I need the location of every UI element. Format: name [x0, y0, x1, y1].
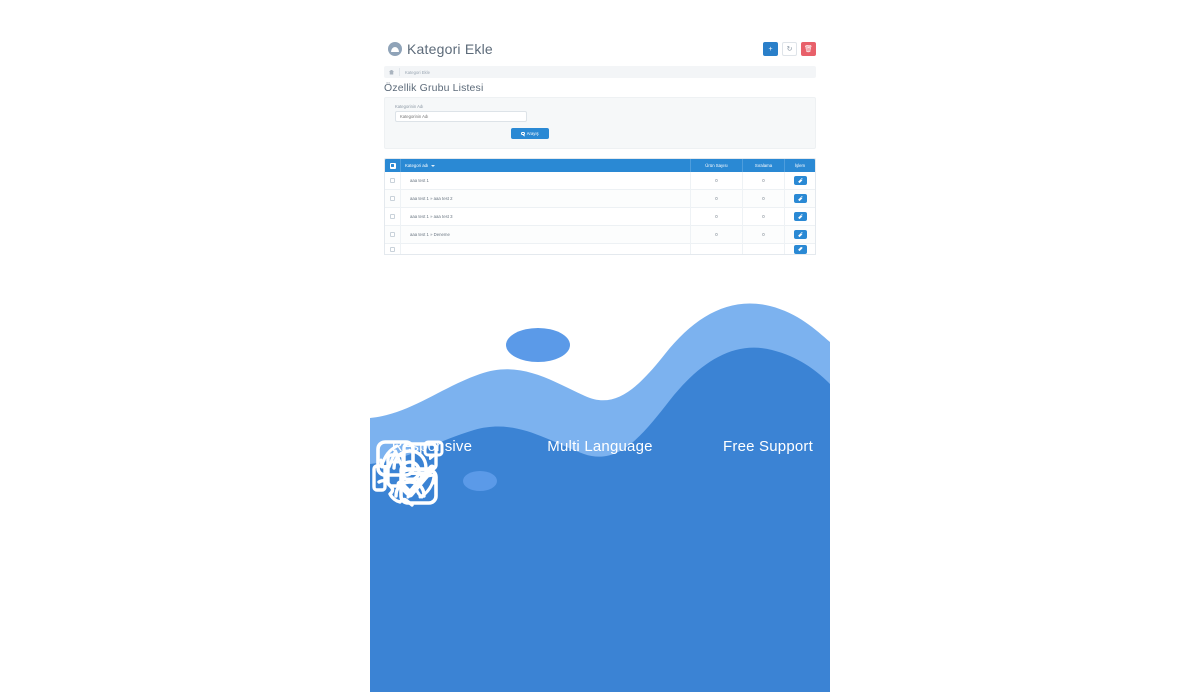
row-checkbox[interactable]: [390, 178, 395, 183]
add-button[interactable]: +: [763, 42, 778, 56]
row-product-count-cell: [691, 244, 743, 254]
table-header-row: Kategori adı Ürün Sayısı Sıralama İşlem: [385, 159, 815, 172]
admin-panel: Kategori Ekle + ↻ 🗑 Kategori Ekle Özelli…: [370, 0, 830, 268]
column-header-order[interactable]: Sıralama: [743, 159, 785, 172]
select-all-header[interactable]: [385, 159, 401, 172]
app-header: Kategori Ekle + ↻ 🗑: [370, 32, 830, 66]
browser-viewport: Kategori Ekle + ↻ 🗑 Kategori Ekle Özelli…: [370, 0, 830, 692]
category-table: Kategori adı Ürün Sayısı Sıralama İşlem: [384, 158, 816, 255]
edit-button[interactable]: [793, 176, 807, 185]
row-name-cell: aaa test 1 » aaa test 3: [401, 207, 691, 226]
row-order-cell: 0: [743, 189, 785, 208]
select-all-checkbox[interactable]: [389, 162, 396, 169]
column-header-actions: İşlem: [785, 159, 815, 172]
column-header-actions-label: İşlem: [794, 163, 806, 168]
table-row[interactable]: aaa test 1 » aaa test 2 0 0: [385, 189, 815, 208]
feature-item-multi-language: Multi Language: [376, 438, 659, 505]
row-product-count-cell: 0: [691, 225, 743, 244]
table-row[interactable]: aaa test 1 » aaa test 3 0 0: [385, 207, 815, 226]
row-actions-cell: [785, 190, 815, 208]
row-product-count-cell: 0: [691, 189, 743, 208]
feature-item-free-support: Free Support: [377, 438, 827, 507]
row-actions-cell: [785, 172, 815, 190]
row-name-cell: aaa test 1: [401, 171, 691, 190]
brand: Kategori Ekle: [388, 41, 493, 57]
row-select-cell[interactable]: [385, 189, 401, 208]
row-select-cell[interactable]: [385, 244, 401, 254]
row-actions-cell: [785, 226, 815, 244]
headset-support-icon: [377, 440, 444, 507]
edit-button[interactable]: [793, 194, 807, 203]
breadcrumb-current: Kategori Ekle: [405, 69, 430, 75]
edit-pencil-icon: [798, 247, 803, 252]
edit-button[interactable]: [793, 244, 807, 254]
feature-list: Responsive Multi Language Free Support: [370, 438, 830, 507]
feature-label-free-support: Free Support: [723, 438, 813, 455]
feature-label-multi-language: Multi Language: [547, 438, 653, 455]
category-name-label: Kategorinin Adı: [395, 104, 424, 109]
sort-descending-icon: [431, 164, 436, 167]
edit-button[interactable]: [793, 230, 807, 239]
row-checkbox[interactable]: [390, 214, 395, 219]
row-order-cell: 0: [743, 171, 785, 190]
row-order-cell: 0: [743, 225, 785, 244]
search-button-label: Arayış: [526, 131, 539, 136]
category-name-input[interactable]: [395, 111, 527, 122]
promo-section: Responsive Multi Language Free Support: [370, 268, 830, 692]
edit-pencil-icon: [798, 196, 803, 201]
row-name-cell: aaa test 1 » Deneme: [401, 225, 691, 244]
page-heading-title: Kategori Ekle: [407, 41, 493, 57]
row-actions-cell: [785, 244, 815, 254]
screenshot-canvas: Kategori Ekle + ↻ 🗑 Kategori Ekle Özelli…: [0, 0, 1200, 692]
column-header-product-count-label: Ürün Sayısı: [705, 163, 728, 168]
header-action-buttons: + ↻ 🗑: [763, 32, 816, 66]
breadcrumb: Kategori Ekle: [384, 66, 816, 78]
trash-icon: 🗑: [804, 45, 813, 53]
row-select-cell[interactable]: [385, 225, 401, 244]
table-row[interactable]: [385, 244, 815, 254]
row-select-cell[interactable]: [385, 171, 401, 190]
home-icon[interactable]: [389, 69, 394, 75]
row-checkbox[interactable]: [390, 246, 395, 252]
row-actions-cell: [785, 208, 815, 226]
table-row[interactable]: aaa test 1 0 0: [385, 171, 815, 190]
row-name-cell: [401, 244, 691, 254]
refresh-button[interactable]: ↻: [782, 42, 797, 56]
edit-pencil-icon: [798, 214, 803, 219]
circle-logo-icon: [388, 42, 402, 56]
row-product-count-cell: 0: [691, 171, 743, 190]
search-button[interactable]: Arayış: [511, 128, 549, 139]
wave-bubble-small: [463, 471, 497, 491]
row-order-cell: [743, 244, 785, 254]
search-icon: [521, 131, 525, 136]
delete-button[interactable]: 🗑: [801, 42, 816, 56]
row-checkbox[interactable]: [390, 232, 395, 237]
table-row[interactable]: aaa test 1 » Deneme 0 0: [385, 225, 815, 244]
edit-pencil-icon: [798, 232, 803, 237]
row-select-cell[interactable]: [385, 207, 401, 226]
breadcrumb-separator: [399, 68, 400, 76]
row-order-cell: 0: [743, 207, 785, 226]
column-header-name-label: Kategori adı: [405, 163, 429, 168]
row-product-count-cell: 0: [691, 207, 743, 226]
column-header-product-count[interactable]: Ürün Sayısı: [691, 159, 743, 172]
page-title: Özellik Grubu Listesi: [384, 82, 484, 94]
plus-icon: +: [768, 45, 773, 53]
refresh-icon: ↻: [786, 45, 793, 53]
edit-button[interactable]: [793, 212, 807, 221]
wave-bubble-large: [506, 328, 570, 362]
column-header-order-label: Sıralama: [754, 163, 773, 168]
row-checkbox[interactable]: [390, 196, 395, 201]
edit-pencil-icon: [798, 178, 803, 183]
filter-card: Kategorinin Adı Arayış: [384, 97, 816, 149]
column-header-name[interactable]: Kategori adı: [401, 159, 691, 172]
row-name-cell: aaa test 1 » aaa test 2: [401, 189, 691, 208]
